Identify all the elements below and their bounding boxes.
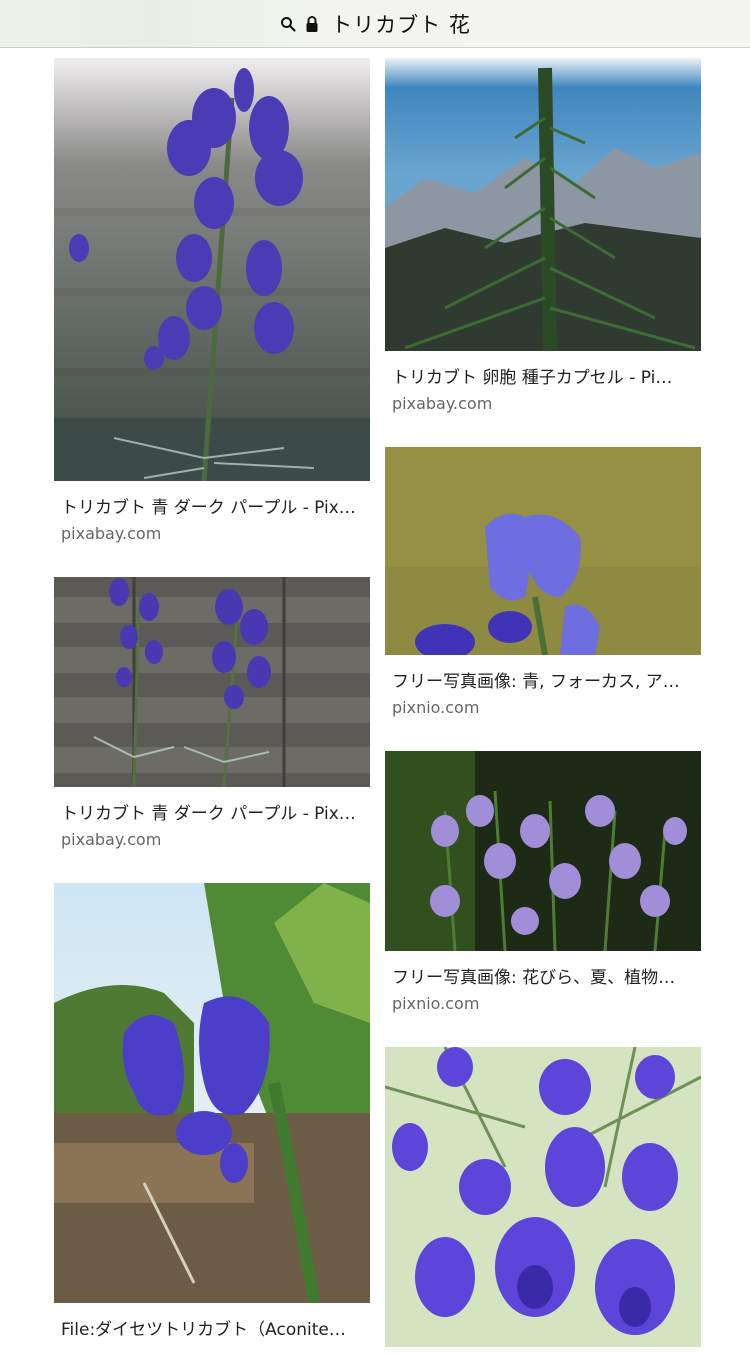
search-query: トリカブト 花 — [331, 12, 471, 37]
result-image[interactable] — [385, 58, 701, 351]
result-source: pixabay.com — [61, 524, 162, 543]
result-source: pixabay.com — [61, 830, 162, 849]
result-card[interactable] — [385, 1047, 701, 1359]
result-card[interactable]: トリカブト 青 ダーク パープル - Pix… pixabay.com — [54, 577, 370, 849]
result-image[interactable] — [385, 447, 701, 655]
result-image[interactable] — [54, 883, 370, 1303]
result-caption[interactable]: トリカブト 青 ダーク パープル - Pix… — [61, 799, 361, 824]
results-column-right: トリカブト 卵胞 種子カプセル - Pi… pixabay.com フリー写真画… — [385, 58, 701, 1365]
result-caption[interactable]: トリカブト 青 ダーク パープル - Pix… — [61, 493, 361, 518]
result-card[interactable]: トリカブト 青 ダーク パープル - Pix… pixabay.com — [54, 58, 370, 543]
address-field[interactable]: トリカブト 花 — [279, 9, 471, 39]
result-image[interactable] — [385, 1047, 701, 1347]
result-card[interactable]: File:ダイセツトリカブト（Aconite… — [54, 883, 370, 1340]
result-source: pixnio.com — [392, 698, 480, 717]
lock-icon — [303, 15, 321, 33]
result-card[interactable]: フリー写真画像: 花びら、夏、植物… pixnio.com — [385, 751, 701, 1013]
result-caption[interactable]: トリカブト 卵胞 種子カプセル - Pi… — [392, 363, 692, 388]
result-image[interactable] — [385, 751, 701, 951]
search-icon — [279, 15, 297, 33]
result-card[interactable]: フリー写真画像: 青, フォーカス, ア… pixnio.com — [385, 447, 701, 717]
address-bar[interactable]: トリカブト 花 — [0, 0, 750, 48]
results-column-left: トリカブト 青 ダーク パープル - Pix… pixabay.com トリカブ… — [54, 58, 370, 1346]
result-source: pixabay.com — [392, 394, 493, 413]
result-caption[interactable]: File:ダイセツトリカブト（Aconite… — [61, 1315, 361, 1340]
result-source: pixnio.com — [392, 994, 480, 1013]
result-image[interactable] — [54, 58, 370, 481]
result-caption[interactable]: フリー写真画像: 青, フォーカス, ア… — [392, 667, 692, 692]
result-card[interactable]: トリカブト 卵胞 種子カプセル - Pi… pixabay.com — [385, 58, 701, 413]
result-image[interactable] — [54, 577, 370, 787]
result-caption[interactable]: フリー写真画像: 花びら、夏、植物… — [392, 963, 692, 988]
